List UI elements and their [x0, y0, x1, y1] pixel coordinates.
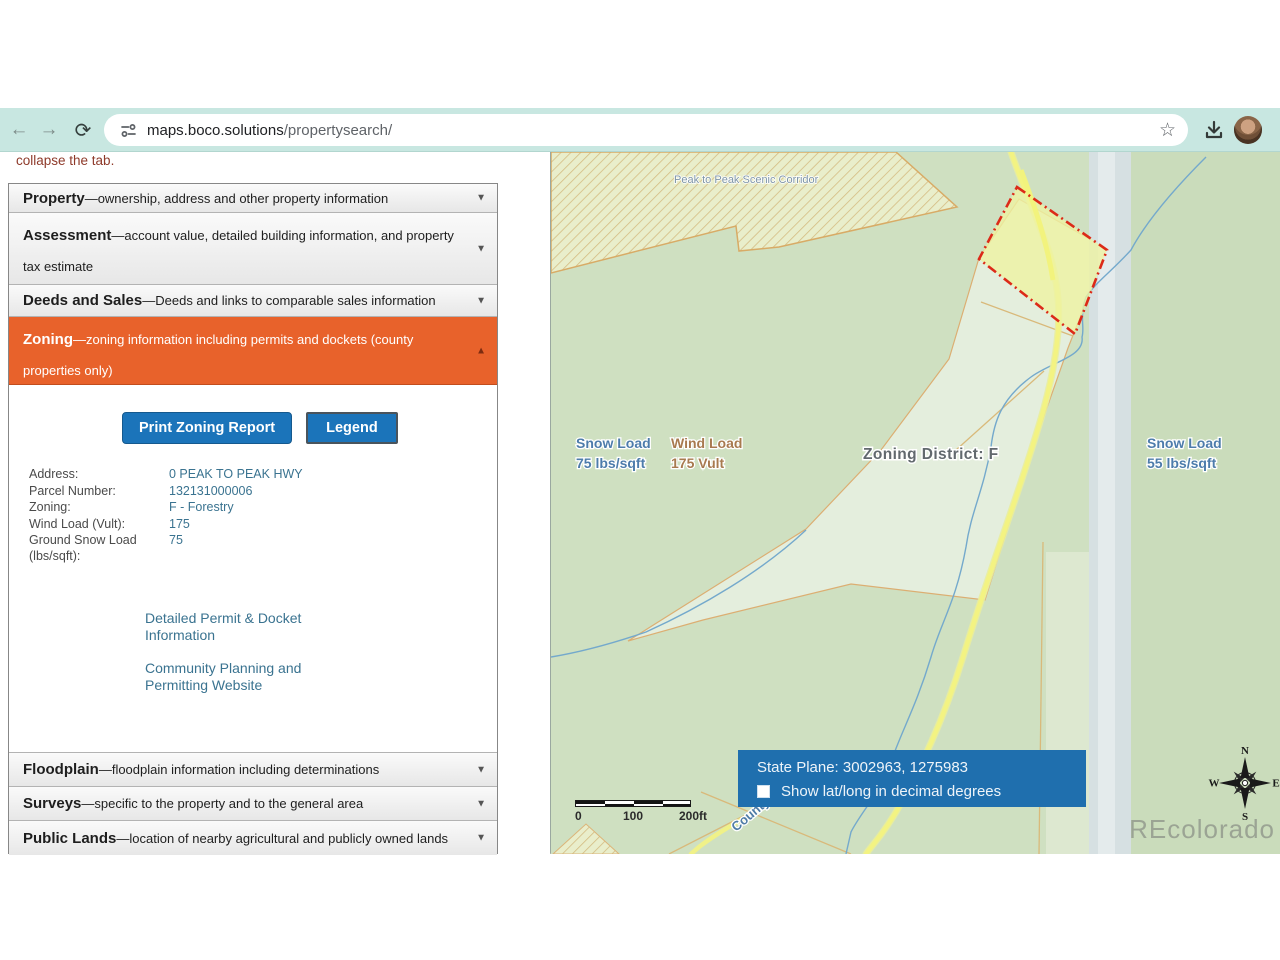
- wind-load-value: 175 Vult: [671, 455, 725, 471]
- accordion-floodplain[interactable]: Floodplain —floodplain information inclu…: [9, 753, 497, 787]
- scale-tick-100: 100: [623, 809, 643, 823]
- compass-e: E: [1272, 778, 1279, 790]
- zoning-section-body: Print Zoning Report Legend Address: 0 PE…: [9, 385, 497, 753]
- chevron-down-icon: ▼: [476, 233, 486, 264]
- compass-w: W: [1209, 778, 1220, 790]
- map-canvas[interactable]: Peak to Peak Scenic Corridor Snow Load 7…: [551, 152, 1280, 854]
- field-value: 132131000006: [169, 484, 449, 500]
- back-icon[interactable]: ←: [6, 117, 32, 143]
- compass-n: N: [1241, 745, 1249, 757]
- latlong-checkbox[interactable]: [757, 785, 770, 798]
- print-zoning-report-button[interactable]: Print Zoning Report: [122, 412, 292, 444]
- chevron-down-icon: ▼: [476, 764, 486, 775]
- state-plane-coords: State Plane: 3002963, 1275983: [757, 759, 1086, 776]
- recolorado-watermark: REcolorado: [1129, 814, 1275, 845]
- accordion-zoning[interactable]: Zoning—zoning information including perm…: [9, 317, 497, 385]
- field-value: 75: [169, 533, 449, 564]
- browser-toolbar: ← → ⟳ maps.boco.solutions/propertysearch…: [0, 108, 1280, 152]
- accordion-property[interactable]: Property—ownership, address and other pr…: [9, 184, 497, 213]
- snow-load-west-value: 75 lbs/sqft: [576, 455, 646, 471]
- reload-icon[interactable]: ⟳: [70, 117, 96, 143]
- planning-website-link[interactable]: Community Planning and Permitting Websit…: [145, 660, 325, 693]
- zoning-buttons-row: Print Zoning Report Legend: [122, 412, 497, 444]
- section-title: Zoning: [23, 331, 73, 348]
- chevron-down-icon: ▼: [476, 798, 486, 809]
- collapse-tab-note: collapse the tab.: [16, 153, 114, 168]
- zoning-links: Detailed Permit & Docket Information Com…: [145, 610, 497, 693]
- latlong-label: Show lat/long in decimal degrees: [781, 783, 1001, 800]
- chevron-down-icon: ▼: [476, 295, 486, 306]
- field-label: Zoning:: [29, 500, 169, 516]
- zoning-district-label: Zoning District: F: [863, 446, 999, 463]
- field-label: Ground Snow Load (lbs/sqft):: [29, 533, 149, 564]
- section-title: Public Lands: [23, 830, 116, 847]
- permit-docket-link[interactable]: Detailed Permit & Docket Information: [145, 610, 325, 643]
- snow-load-east-value: 55 lbs/sqft: [1147, 455, 1217, 471]
- field-label: Parcel Number:: [29, 484, 169, 500]
- corridor-label: Peak to Peak Scenic Corridor: [674, 174, 819, 186]
- url-path: /propertysearch/: [284, 122, 392, 139]
- property-info-panel: Property—ownership, address and other pr…: [8, 183, 498, 854]
- section-title: Floodplain: [23, 761, 99, 778]
- zoning-details: Address: 0 PEAK TO PEAK HWY Parcel Numbe…: [29, 467, 449, 564]
- site-settings-icon[interactable]: [120, 122, 137, 139]
- field-value: 175: [169, 517, 449, 533]
- field-value: 0 PEAK TO PEAK HWY: [169, 467, 449, 483]
- snow-load-west-label: Snow Load: [576, 435, 651, 451]
- url-host: maps.boco.solutions: [147, 122, 284, 139]
- field-value: F - Forestry: [169, 500, 449, 516]
- section-title: Assessment: [23, 227, 111, 244]
- legend-button[interactable]: Legend: [306, 412, 398, 444]
- section-desc: —floodplain information including determ…: [99, 762, 379, 777]
- section-desc: —specific to the property and to the gen…: [81, 796, 363, 811]
- address-bar[interactable]: maps.boco.solutions/propertysearch/ ☆: [104, 114, 1188, 146]
- section-title: Deeds and Sales: [23, 292, 142, 309]
- map-container: Peak to Peak Scenic Corridor Snow Load 7…: [550, 152, 1280, 854]
- profile-avatar[interactable]: [1234, 116, 1262, 144]
- section-desc: —ownership, address and other property i…: [85, 191, 389, 206]
- accordion-public-lands[interactable]: Public Lands —location of nearby agricul…: [9, 821, 497, 855]
- map-scalebar: 0 100 200ft: [575, 800, 725, 823]
- section-title: Property: [23, 190, 85, 207]
- compass-rose-icon: N E S W: [1207, 744, 1280, 824]
- accordion-deeds-sales[interactable]: Deeds and Sales —Deeds and links to comp…: [9, 285, 497, 317]
- download-icon[interactable]: [1202, 117, 1226, 143]
- section-title: Surveys: [23, 795, 81, 812]
- chevron-down-icon: ▼: [476, 193, 486, 204]
- forward-icon[interactable]: →: [36, 117, 62, 143]
- pale-strip: [1046, 552, 1089, 854]
- chevron-down-icon: ▼: [476, 833, 486, 844]
- screen: ← → ⟳ maps.boco.solutions/propertysearch…: [0, 0, 1280, 960]
- accordion-assessment[interactable]: Assessment—account value, detailed build…: [9, 213, 497, 285]
- scale-tick-0: 0: [575, 809, 582, 823]
- chevron-up-icon: ▲: [476, 335, 486, 366]
- state-plane-box: State Plane: 3002963, 1275983 Show lat/l…: [738, 750, 1086, 807]
- section-desc: —zoning information including permits an…: [23, 332, 413, 378]
- bookmark-star-icon[interactable]: ☆: [1159, 119, 1176, 142]
- accordion-surveys[interactable]: Surveys—specific to the property and to …: [9, 787, 497, 821]
- section-desc: —location of nearby agricultural and pub…: [116, 831, 448, 846]
- field-label: Wind Load (Vult):: [29, 517, 169, 533]
- scale-tick-200: 200ft: [679, 809, 707, 823]
- wind-load-label: Wind Load: [671, 435, 742, 451]
- url-text: maps.boco.solutions/propertysearch/: [147, 122, 392, 139]
- snow-load-east-label: Snow Load: [1147, 435, 1222, 451]
- section-desc: —Deeds and links to comparable sales inf…: [142, 293, 435, 308]
- field-label: Address:: [29, 467, 169, 483]
- scalebar-band: [575, 800, 691, 807]
